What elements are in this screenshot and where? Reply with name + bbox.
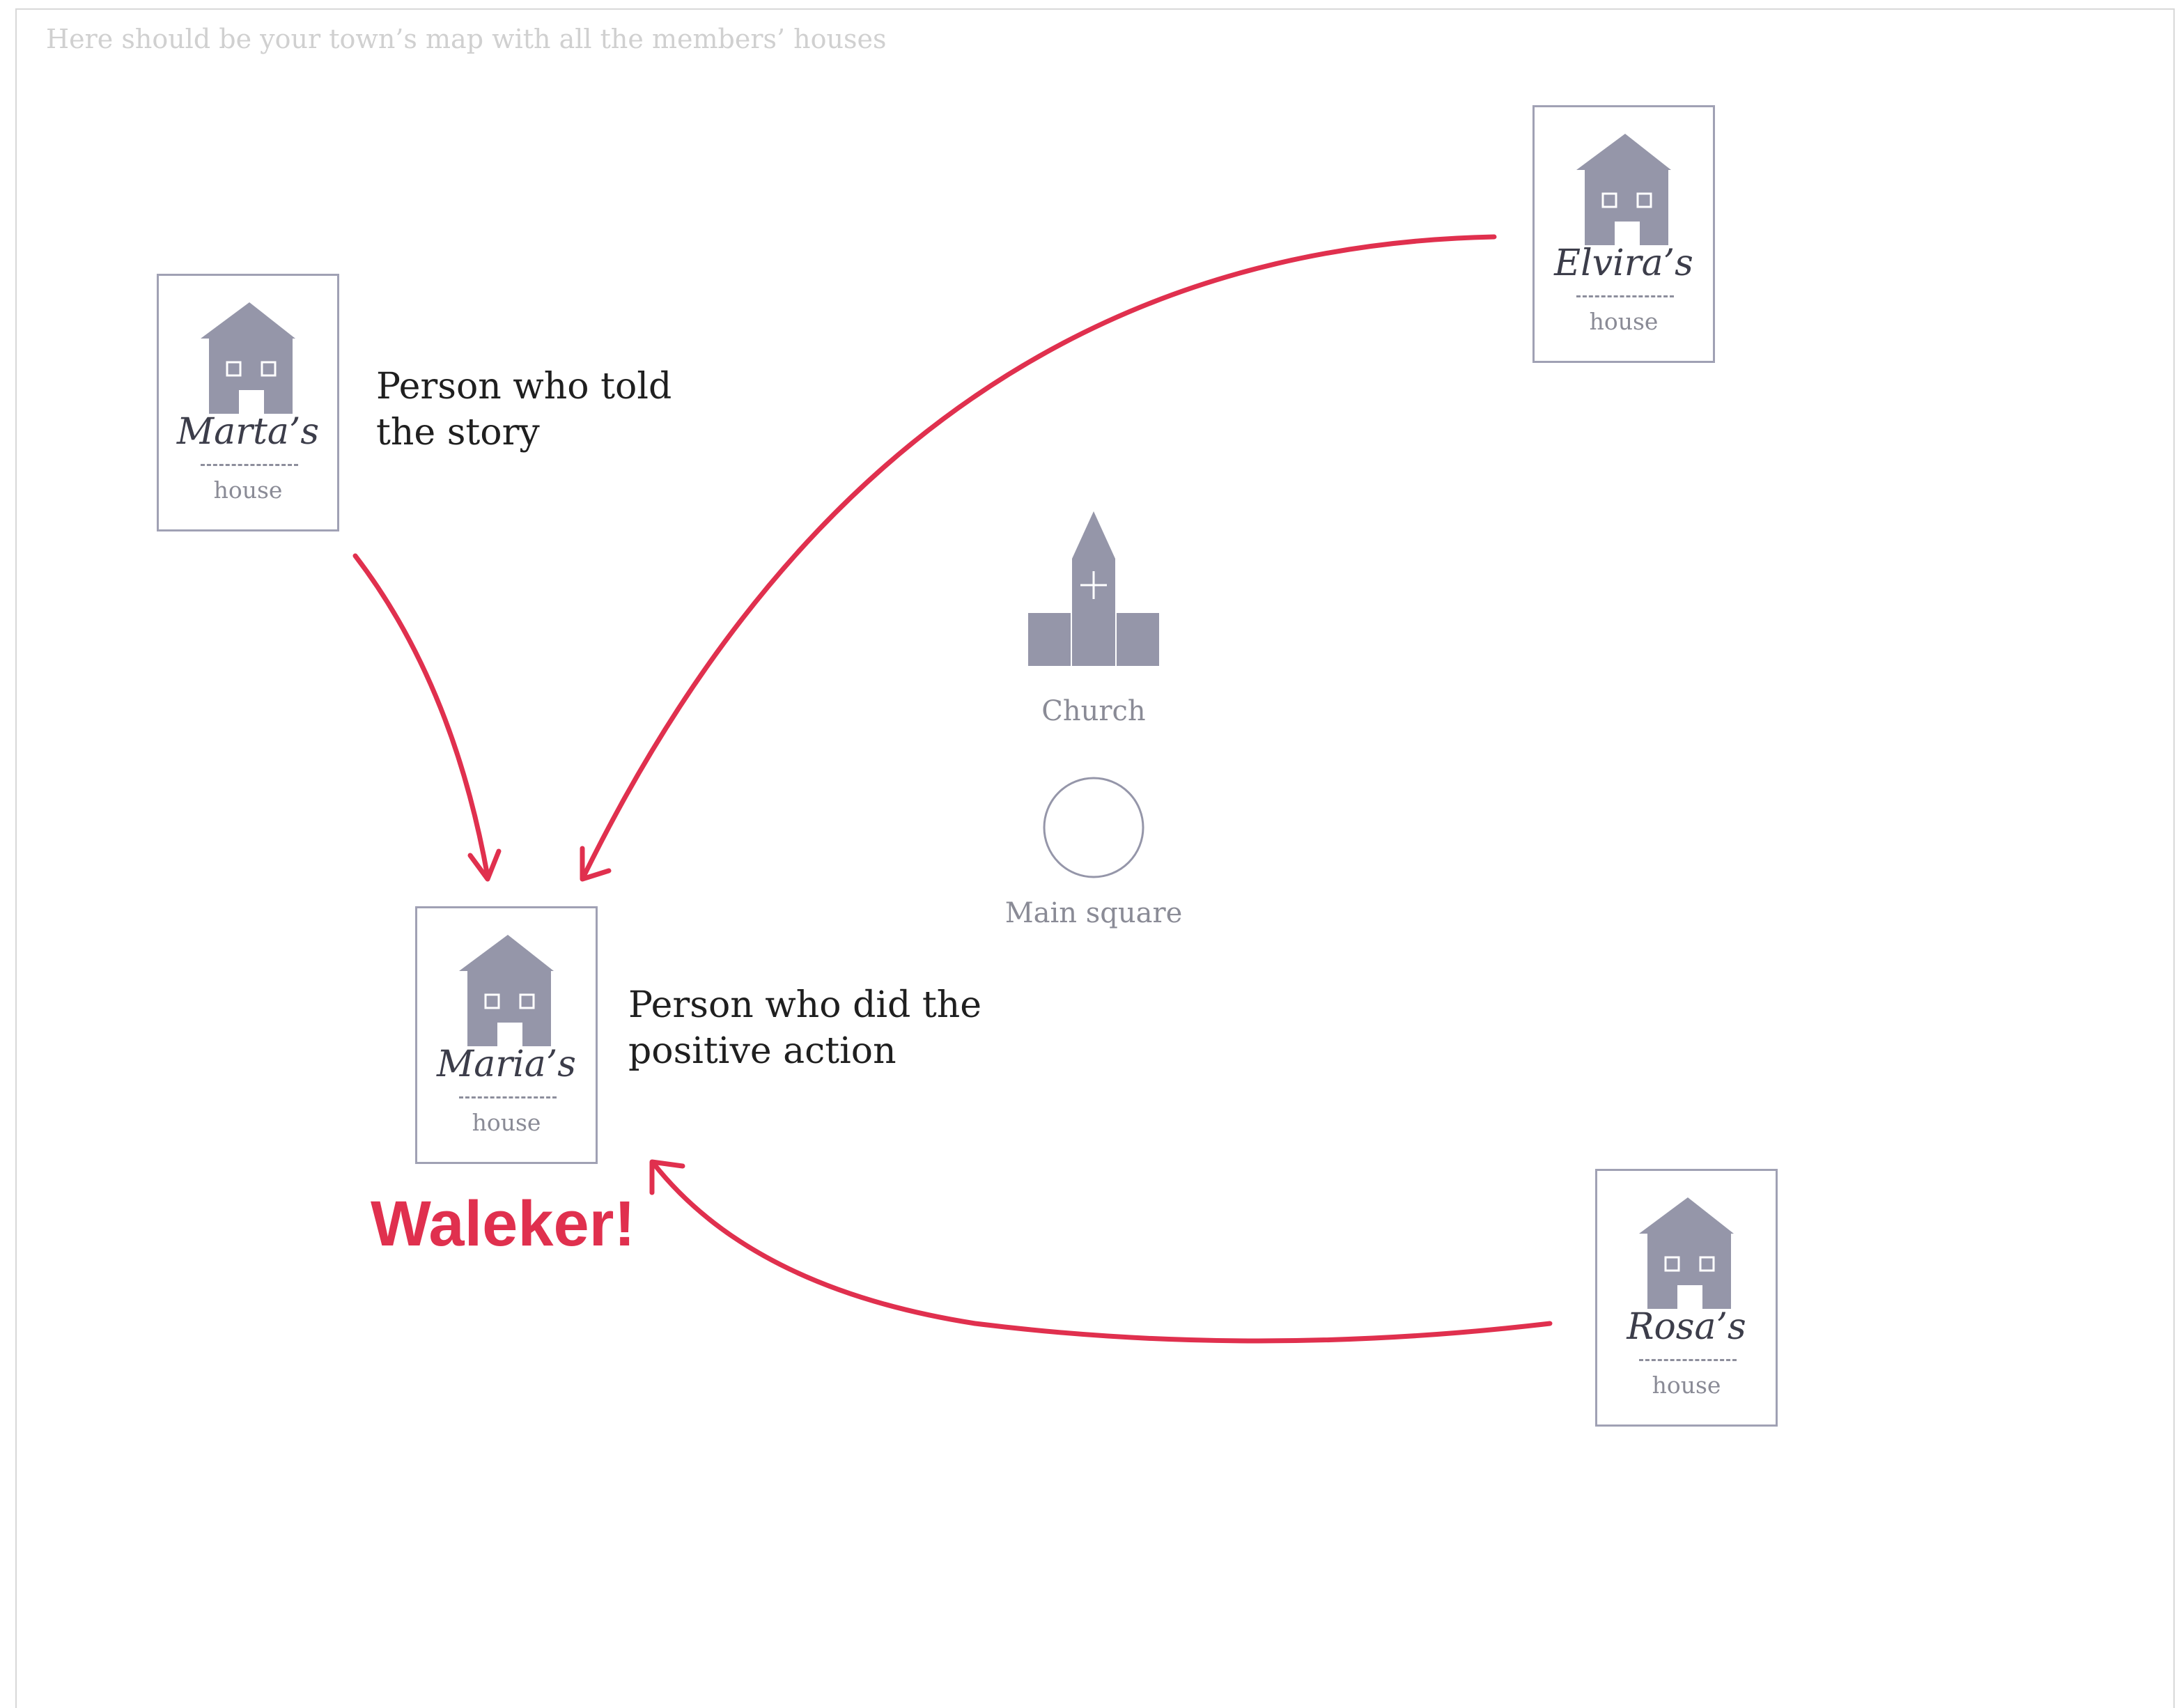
caption-actor: Person who did the positive action (628, 984, 982, 1072)
house-owner-name: Maria’s (437, 1043, 576, 1085)
house-icon (459, 935, 554, 1046)
house-card-elvira: Elvira’s house (1532, 105, 1715, 363)
house-owner-name: Rosa’s (1627, 1306, 1746, 1348)
church-icon (1028, 511, 1159, 666)
house-owner-name: Marta’s (176, 411, 320, 453)
name-underline (201, 464, 298, 466)
house-owner-name: Elvira’s (1554, 242, 1693, 284)
house-label: house (213, 476, 283, 504)
caption-storyteller: Person who told the story (376, 366, 672, 453)
name-underline (1576, 295, 1674, 297)
waleker-callout: Waleker! (371, 1188, 636, 1259)
main-square-icon (1043, 777, 1144, 878)
map-hint: Here should be your town’s map with all … (46, 24, 887, 54)
house-icon (1576, 134, 1671, 245)
main-square-label: Main square (1004, 897, 1183, 929)
house-icon (201, 302, 295, 414)
house-label: house (1589, 308, 1659, 335)
house-card-rosa: Rosa’s house (1595, 1169, 1778, 1427)
name-underline (459, 1096, 557, 1098)
house-icon (1639, 1197, 1734, 1309)
house-label: house (1652, 1372, 1721, 1399)
name-underline (1639, 1359, 1737, 1361)
house-card-marta: Marta’s house (157, 274, 339, 531)
church-label: Church (1041, 695, 1146, 727)
house-card-maria: Maria’s house (415, 906, 598, 1164)
house-label: house (472, 1109, 541, 1136)
